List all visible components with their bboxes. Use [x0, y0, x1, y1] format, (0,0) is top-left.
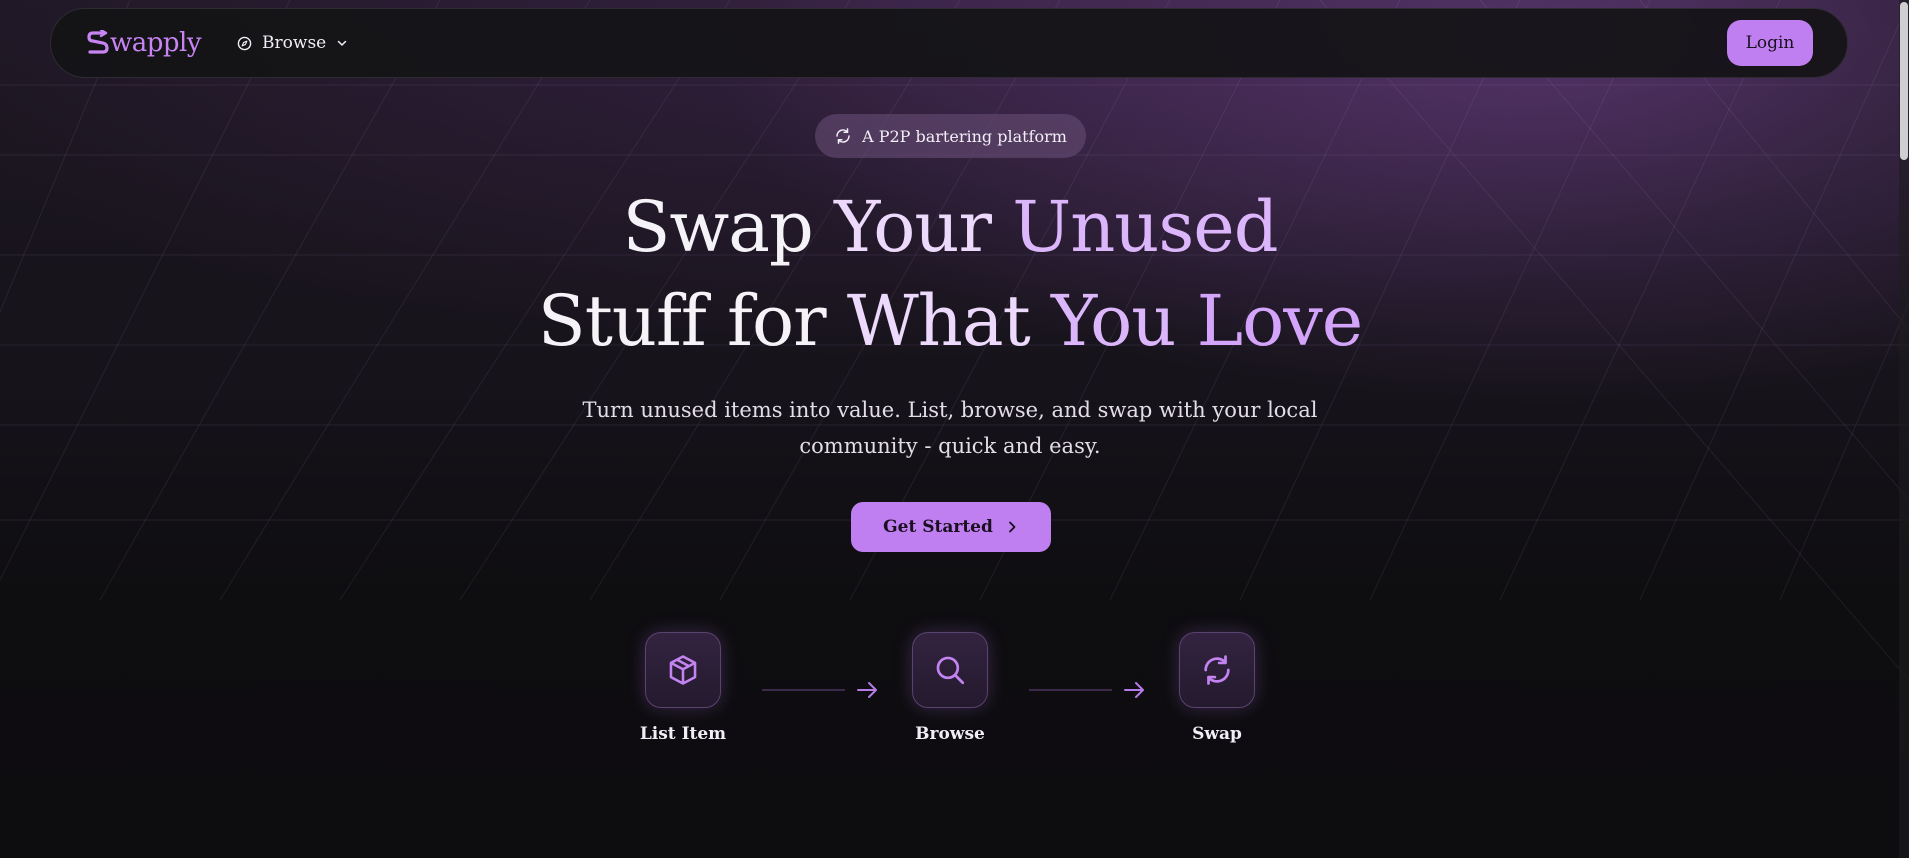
heading-word: You: [1050, 280, 1176, 362]
chevron-down-icon: [338, 40, 347, 46]
heading-word: Unused: [1012, 186, 1278, 268]
refresh-icon: [836, 128, 850, 144]
hero-heading: Swap Your Unused Stuff for What You Love: [0, 180, 1900, 368]
scrollbar-thumb[interactable]: [1900, 2, 1908, 160]
step-icon-box: [1179, 632, 1255, 708]
landing-page: wapply Browse Login A P2P bartering plat…: [0, 0, 1909, 858]
heading-word: Swap: [622, 186, 813, 268]
brand-name: wapply: [110, 28, 202, 58]
step-icon-box: [645, 632, 721, 708]
swapply-s-logo-icon: [87, 30, 109, 54]
login-button[interactable]: Login: [1727, 20, 1813, 66]
step-label: List Item: [639, 724, 727, 744]
get-started-button[interactable]: Get Started: [851, 502, 1051, 552]
heading-word: Your: [834, 186, 992, 268]
search-icon: [936, 656, 965, 685]
hero-subtitle: Turn unused items into value. List, brow…: [582, 398, 1318, 458]
refresh-icon: [1204, 655, 1230, 685]
chevron-right-icon: [1008, 521, 1016, 533]
page-scrollbar[interactable]: [1899, 0, 1909, 858]
heading-word: for: [727, 280, 827, 362]
top-navbar: wapply Browse Login: [50, 8, 1848, 78]
heading-word: What: [846, 280, 1031, 362]
badge-text: A P2P bartering platform: [862, 126, 1067, 146]
box-icon: [669, 655, 697, 685]
browse-label: Browse: [262, 33, 327, 53]
platform-badge: A P2P bartering platform: [815, 114, 1086, 158]
step-arrow-connector: [762, 682, 877, 698]
step-list-item: List Item: [613, 632, 753, 744]
step-label: Swap: [1192, 724, 1242, 744]
compass-icon: [237, 36, 252, 50]
step-label: Browse: [915, 724, 985, 744]
step-icon-box: [912, 632, 988, 708]
browse-dropdown[interactable]: Browse: [237, 33, 348, 53]
heading-word: Love: [1196, 280, 1364, 362]
step-arrow-connector: [1029, 682, 1144, 698]
heading-word: Stuff: [537, 280, 707, 362]
brand-logo[interactable]: wapply: [87, 28, 202, 58]
get-started-label: Get Started: [883, 517, 993, 537]
step-swap: Swap: [1147, 632, 1287, 744]
step-browse: Browse: [880, 632, 1020, 744]
